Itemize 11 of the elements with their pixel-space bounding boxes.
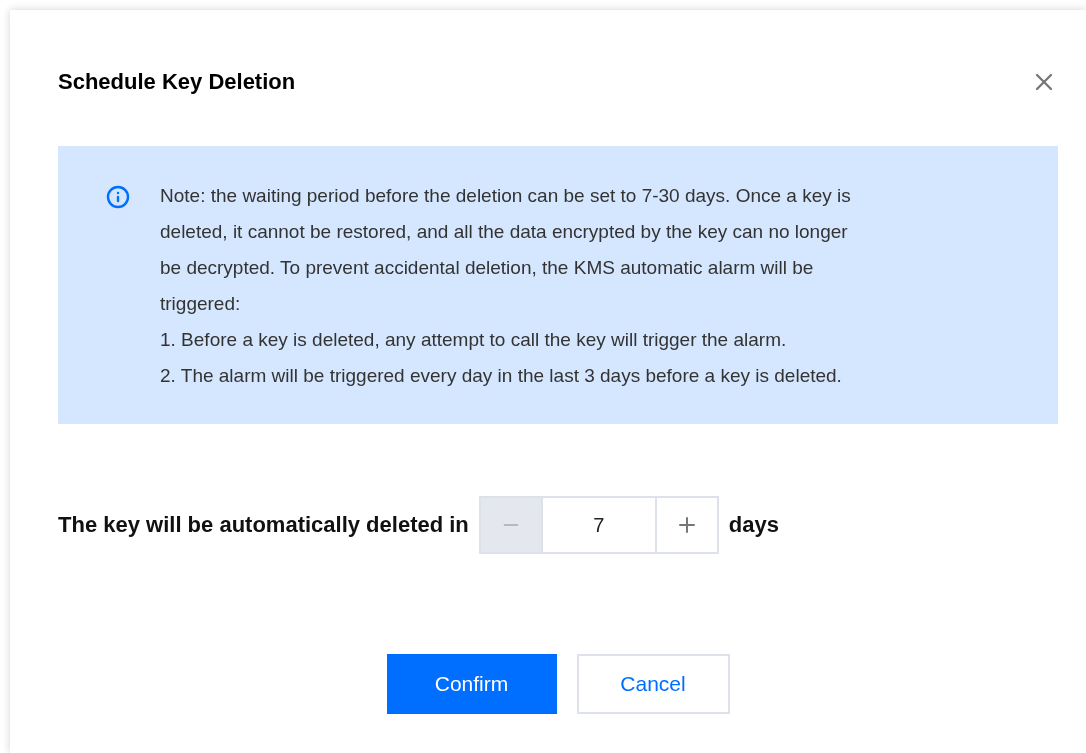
days-stepper[interactable]: 7	[478, 496, 719, 554]
confirm-button[interactable]: Confirm	[386, 654, 557, 714]
cancel-button[interactable]: Cancel	[576, 654, 730, 714]
note-item: 2. The alarm will be triggered every day in the last 3 days before a key is deleted.	[160, 364, 843, 388]
unit-label: days	[728, 512, 779, 538]
note-text: Note: the waiting period before the deletion can be set to 7-30 days. Once a key is deleted, it cannot be restored, and all the data encrypted by the key can no longer be decrypted. To prevent accidental deletion, the KMS automatic alarm will be triggered:	[160, 184, 852, 316]
info-icon	[106, 185, 130, 209]
days-input[interactable]: 7	[540, 498, 657, 552]
period-label: The key will be automatically deleted in	[58, 512, 469, 538]
note-item: 1. Before a key is deleted, any attempt to call the key will trigger the alarm.	[160, 328, 788, 352]
dialog-title: Schedule Key Deletion	[58, 69, 296, 95]
